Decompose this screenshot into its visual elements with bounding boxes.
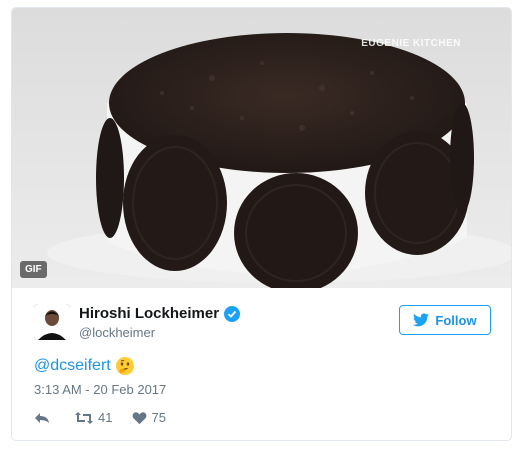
like-count: 75 — [151, 410, 166, 425]
tweet-timestamp[interactable]: 3:13 AM - 20 Feb 2017 — [34, 382, 166, 397]
follow-button[interactable]: Follow — [399, 305, 491, 335]
thinking-face-emoji-icon — [115, 356, 135, 376]
author-name-text: Hiroshi Lockheimer — [79, 304, 220, 322]
tweet-media-gif[interactable]: EUGENIE KITCHEN GIF — [12, 8, 511, 288]
author-handle[interactable]: @lockheimer — [79, 325, 240, 340]
tweet-card: EUGENIE KITCHEN GIF Hiroshi Lockheimer @… — [11, 7, 512, 441]
gif-badge: GIF — [20, 261, 47, 278]
tweet-actions: 41 75 — [34, 410, 186, 425]
watermark-text: EUGENIE KITCHEN — [361, 38, 461, 49]
tweet-author[interactable]: Hiroshi Lockheimer @lockheimer — [34, 304, 241, 340]
author-display-name[interactable]: Hiroshi Lockheimer — [79, 304, 241, 323]
avatar[interactable] — [34, 304, 70, 340]
follow-button-label: Follow — [435, 312, 477, 328]
retweet-count: 41 — [98, 410, 113, 425]
reply-button[interactable] — [34, 411, 54, 425]
verified-badge-icon — [224, 305, 241, 322]
retweet-icon — [75, 411, 93, 424]
twitter-bird-icon — [413, 313, 430, 327]
like-button[interactable]: 75 — [132, 410, 166, 425]
oreo-cake-image — [47, 33, 511, 288]
tweet-text: @dcseifert — [34, 356, 135, 376]
heart-icon — [133, 411, 147, 424]
reply-icon — [35, 412, 49, 423]
retweet-button[interactable]: 41 — [74, 410, 112, 425]
mention-link[interactable]: @dcseifert — [34, 357, 111, 375]
avatar-image — [34, 304, 70, 340]
